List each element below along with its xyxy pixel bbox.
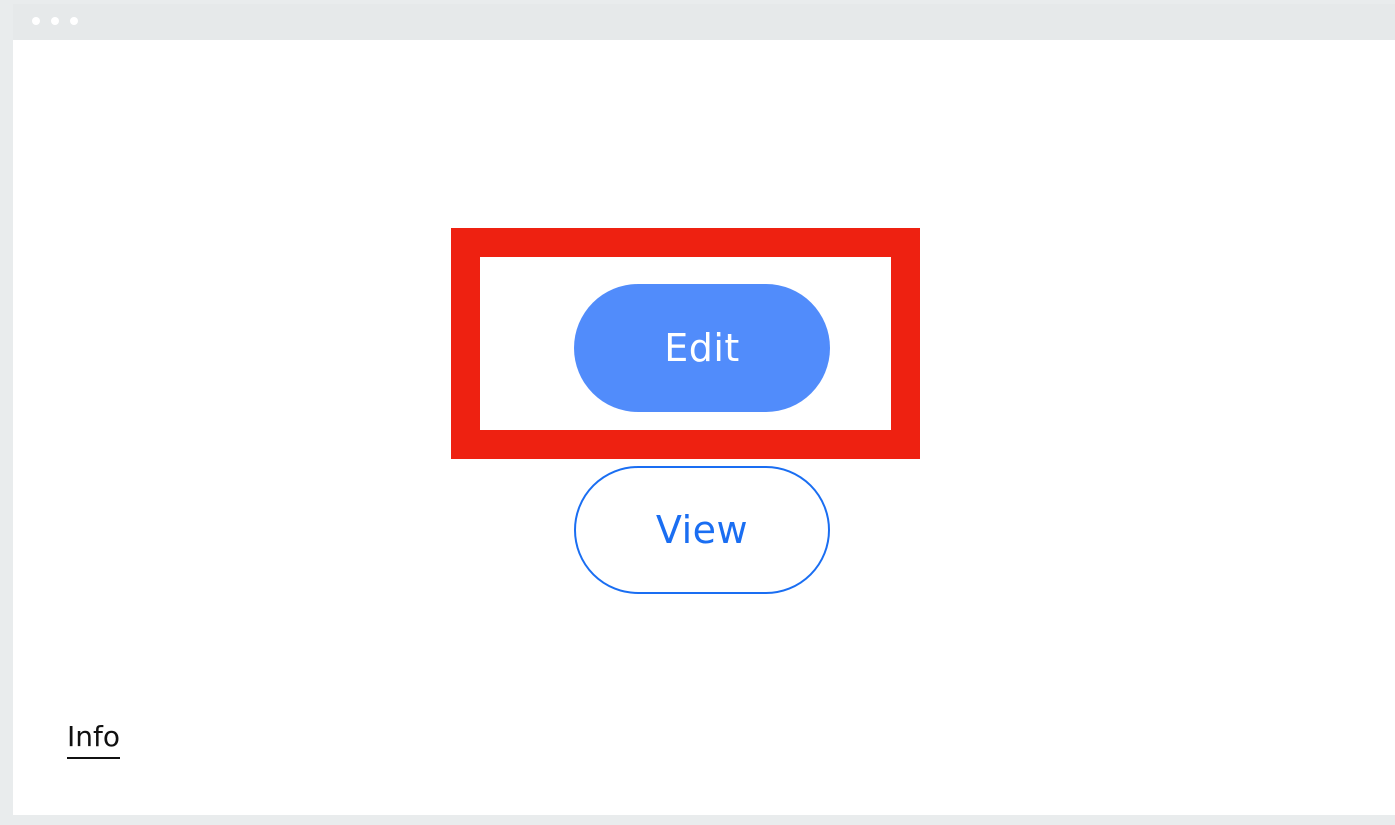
edit-button-label: Edit: [664, 326, 740, 370]
info-link[interactable]: Info: [67, 721, 120, 759]
view-button-label: View: [655, 508, 749, 552]
browser-window: Edit View Info: [13, 4, 1395, 815]
view-button[interactable]: View: [574, 466, 830, 594]
window-titlebar: [13, 4, 1395, 40]
edit-button[interactable]: Edit: [574, 284, 830, 412]
window-control-dot[interactable]: [51, 17, 59, 25]
window-control-dot[interactable]: [32, 17, 40, 25]
window-control-dot[interactable]: [70, 17, 78, 25]
